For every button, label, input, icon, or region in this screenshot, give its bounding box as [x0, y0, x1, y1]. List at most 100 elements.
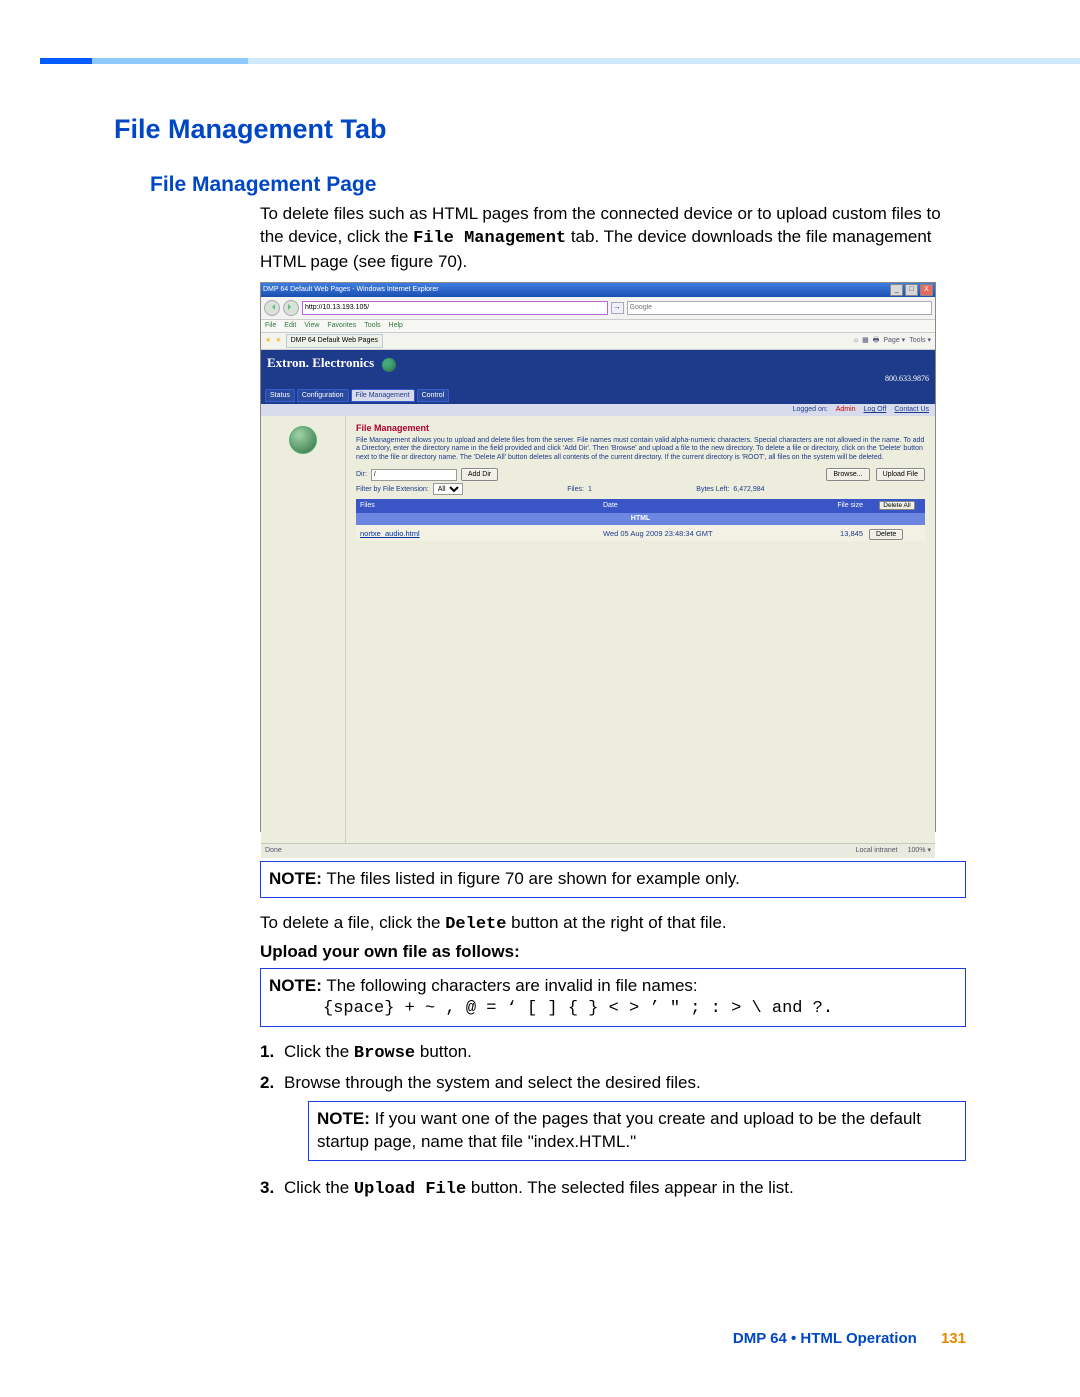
section-title: File Management Tab	[114, 114, 966, 145]
step-2-note: NOTE: If you want one of the pages that …	[308, 1101, 966, 1161]
upload-steps: 1. Click the Browse button. 2. Browse th…	[260, 1041, 966, 1202]
footer-page-number: 131	[941, 1330, 966, 1347]
favorites-star-icon-2[interactable]: ★	[275, 336, 281, 345]
phone-number: 800.633.9876	[885, 374, 929, 385]
file-size: 13,845	[803, 529, 869, 539]
upload-file-button[interactable]: Upload File	[876, 468, 925, 481]
step2-note-text: If you want one of the pages that you cr…	[317, 1109, 921, 1151]
window-title: DMP 64 Default Web Pages - Windows Inter…	[263, 285, 439, 294]
add-dir-button[interactable]: Add Dir	[461, 468, 498, 481]
favorites-star-icon[interactable]: ★	[265, 336, 271, 345]
step-2-num: 2.	[260, 1072, 284, 1171]
col-files: Files	[356, 501, 603, 511]
page-content: File Management Tab File Management Page…	[114, 100, 966, 1208]
tab-status[interactable]: Status	[265, 389, 295, 402]
menu-edit[interactable]: Edit	[284, 321, 296, 330]
bytes-left-value: 6,472,984	[733, 485, 764, 494]
step-3-num: 3.	[260, 1177, 284, 1202]
status-left: Done	[265, 846, 282, 855]
filter-select[interactable]: All	[433, 483, 463, 495]
note2-label: NOTE:	[269, 976, 322, 995]
menu-file[interactable]: File	[265, 321, 276, 330]
window-maximize-button[interactable]: □	[905, 284, 918, 296]
browser-tab[interactable]: DMP 64 Default Web Pages	[286, 334, 383, 347]
logoff-link[interactable]: Log Off	[864, 405, 887, 414]
step-2-a: Browse through the system and select the…	[284, 1073, 701, 1092]
tools-menu[interactable]: Tools ▾	[909, 336, 931, 345]
panel-description: File Management allows you to upload and…	[356, 437, 925, 462]
note2-line1: The following characters are invalid in …	[326, 976, 697, 995]
page-footer: DMP 64 • HTML Operation 131	[733, 1330, 966, 1347]
menu-tools[interactable]: Tools	[364, 321, 380, 330]
step-1-a: Click the	[284, 1042, 354, 1061]
step-1-num: 1.	[260, 1041, 284, 1066]
browser-menubar: File Edit View Favorites Tools Help	[261, 320, 935, 333]
col-date: Date	[603, 501, 803, 511]
menu-view[interactable]: View	[304, 321, 319, 330]
files-label: Files:	[567, 485, 584, 494]
logged-on-label: Logged on:	[793, 405, 828, 414]
step-3-b: button. The selected files appear in the…	[466, 1178, 794, 1197]
page-menu[interactable]: Page ▾	[883, 336, 905, 345]
filter-label: Filter by File Extension:	[356, 485, 429, 494]
step-3: 3. Click the Upload File button. The sel…	[260, 1177, 966, 1202]
globe-icon	[382, 358, 396, 372]
status-zoom[interactable]: 100% ▾	[908, 846, 931, 855]
go-button[interactable]: →	[611, 302, 624, 313]
nav-back-icon[interactable]	[264, 300, 280, 316]
browser-tools: ⌂ ▦ 🖶 Page ▾ Tools ▾	[854, 336, 931, 345]
file-section-html: HTML	[356, 513, 925, 524]
home-icon[interactable]: ⌂	[854, 336, 858, 345]
step-2: 2. Browse through the system and select …	[260, 1072, 966, 1171]
menu-favorites[interactable]: Favorites	[327, 321, 356, 330]
document-page: File Management Tab File Management Page…	[0, 0, 1080, 1397]
user-bar: Logged on: Admin Log Off Contact Us	[261, 404, 935, 415]
search-input[interactable]	[627, 301, 933, 315]
delete-text-b: button at the right of that file.	[506, 913, 726, 932]
nav-forward-icon[interactable]	[283, 300, 299, 316]
feed-icon[interactable]: ▦	[862, 336, 869, 345]
file-table-header: Files Date File size Delete All	[356, 499, 925, 513]
body-text: To delete files such as HTML pages from …	[260, 203, 966, 1202]
window-buttons: _ □ X	[890, 284, 933, 296]
delete-paragraph: To delete a file, click the Delete butto…	[260, 912, 966, 937]
footer-section: DMP 64 • HTML Operation	[733, 1330, 917, 1347]
file-row: nortxe_audio.html Wed 05 Aug 2009 23:48:…	[356, 525, 925, 541]
tab-configuration[interactable]: Configuration	[297, 389, 349, 402]
col-size: File size	[803, 501, 869, 511]
intro-code: File Management	[413, 229, 566, 248]
delete-code: Delete	[445, 915, 506, 934]
browser-address-bar: →	[261, 297, 935, 320]
note1-label: NOTE:	[269, 869, 322, 888]
status-zone: Local intranet	[856, 846, 898, 855]
logged-on-user: Admin	[836, 405, 856, 414]
side-panel	[261, 416, 346, 858]
url-input[interactable]	[302, 301, 608, 315]
note1-text: The files listed in figure 70 are shown …	[326, 869, 740, 888]
print-icon[interactable]: 🖶	[873, 336, 880, 345]
file-link[interactable]: nortxe_audio.html	[360, 529, 603, 539]
panel-title: File Management	[356, 422, 925, 434]
delete-button[interactable]: Delete	[869, 529, 903, 540]
brand-logo-text: Extron. Electronics	[267, 355, 374, 370]
side-globe-icon	[289, 426, 317, 454]
menu-help[interactable]: Help	[389, 321, 403, 330]
note-box-1: NOTE: The files listed in figure 70 are …	[260, 861, 966, 898]
dir-input[interactable]	[371, 469, 457, 481]
browse-button[interactable]: Browse...	[826, 468, 869, 481]
browser-tabbar: ★ ★ DMP 64 Default Web Pages ⌂ ▦ 🖶 Page …	[261, 333, 935, 350]
intro-paragraph: To delete files such as HTML pages from …	[260, 203, 966, 274]
sub-section-title: File Management Page	[150, 173, 966, 197]
step-1-b: button.	[415, 1042, 472, 1061]
contact-link[interactable]: Contact Us	[894, 405, 929, 414]
tab-file-management[interactable]: File Management	[351, 389, 415, 402]
note2-line2: {space} + ~ , @ = ‘ [ ] { } < > ’ " ; : …	[323, 998, 957, 1021]
window-close-button[interactable]: X	[920, 284, 933, 296]
files-count: 1	[588, 485, 592, 494]
delete-all-button[interactable]: Delete All	[879, 501, 914, 510]
window-minimize-button[interactable]: _	[890, 284, 903, 296]
window-titlebar: DMP 64 Default Web Pages - Windows Inter…	[261, 283, 935, 297]
tab-control[interactable]: Control	[417, 389, 450, 402]
upload-heading: Upload your own file as follows:	[260, 941, 966, 964]
step2-note-label: NOTE:	[317, 1109, 370, 1128]
